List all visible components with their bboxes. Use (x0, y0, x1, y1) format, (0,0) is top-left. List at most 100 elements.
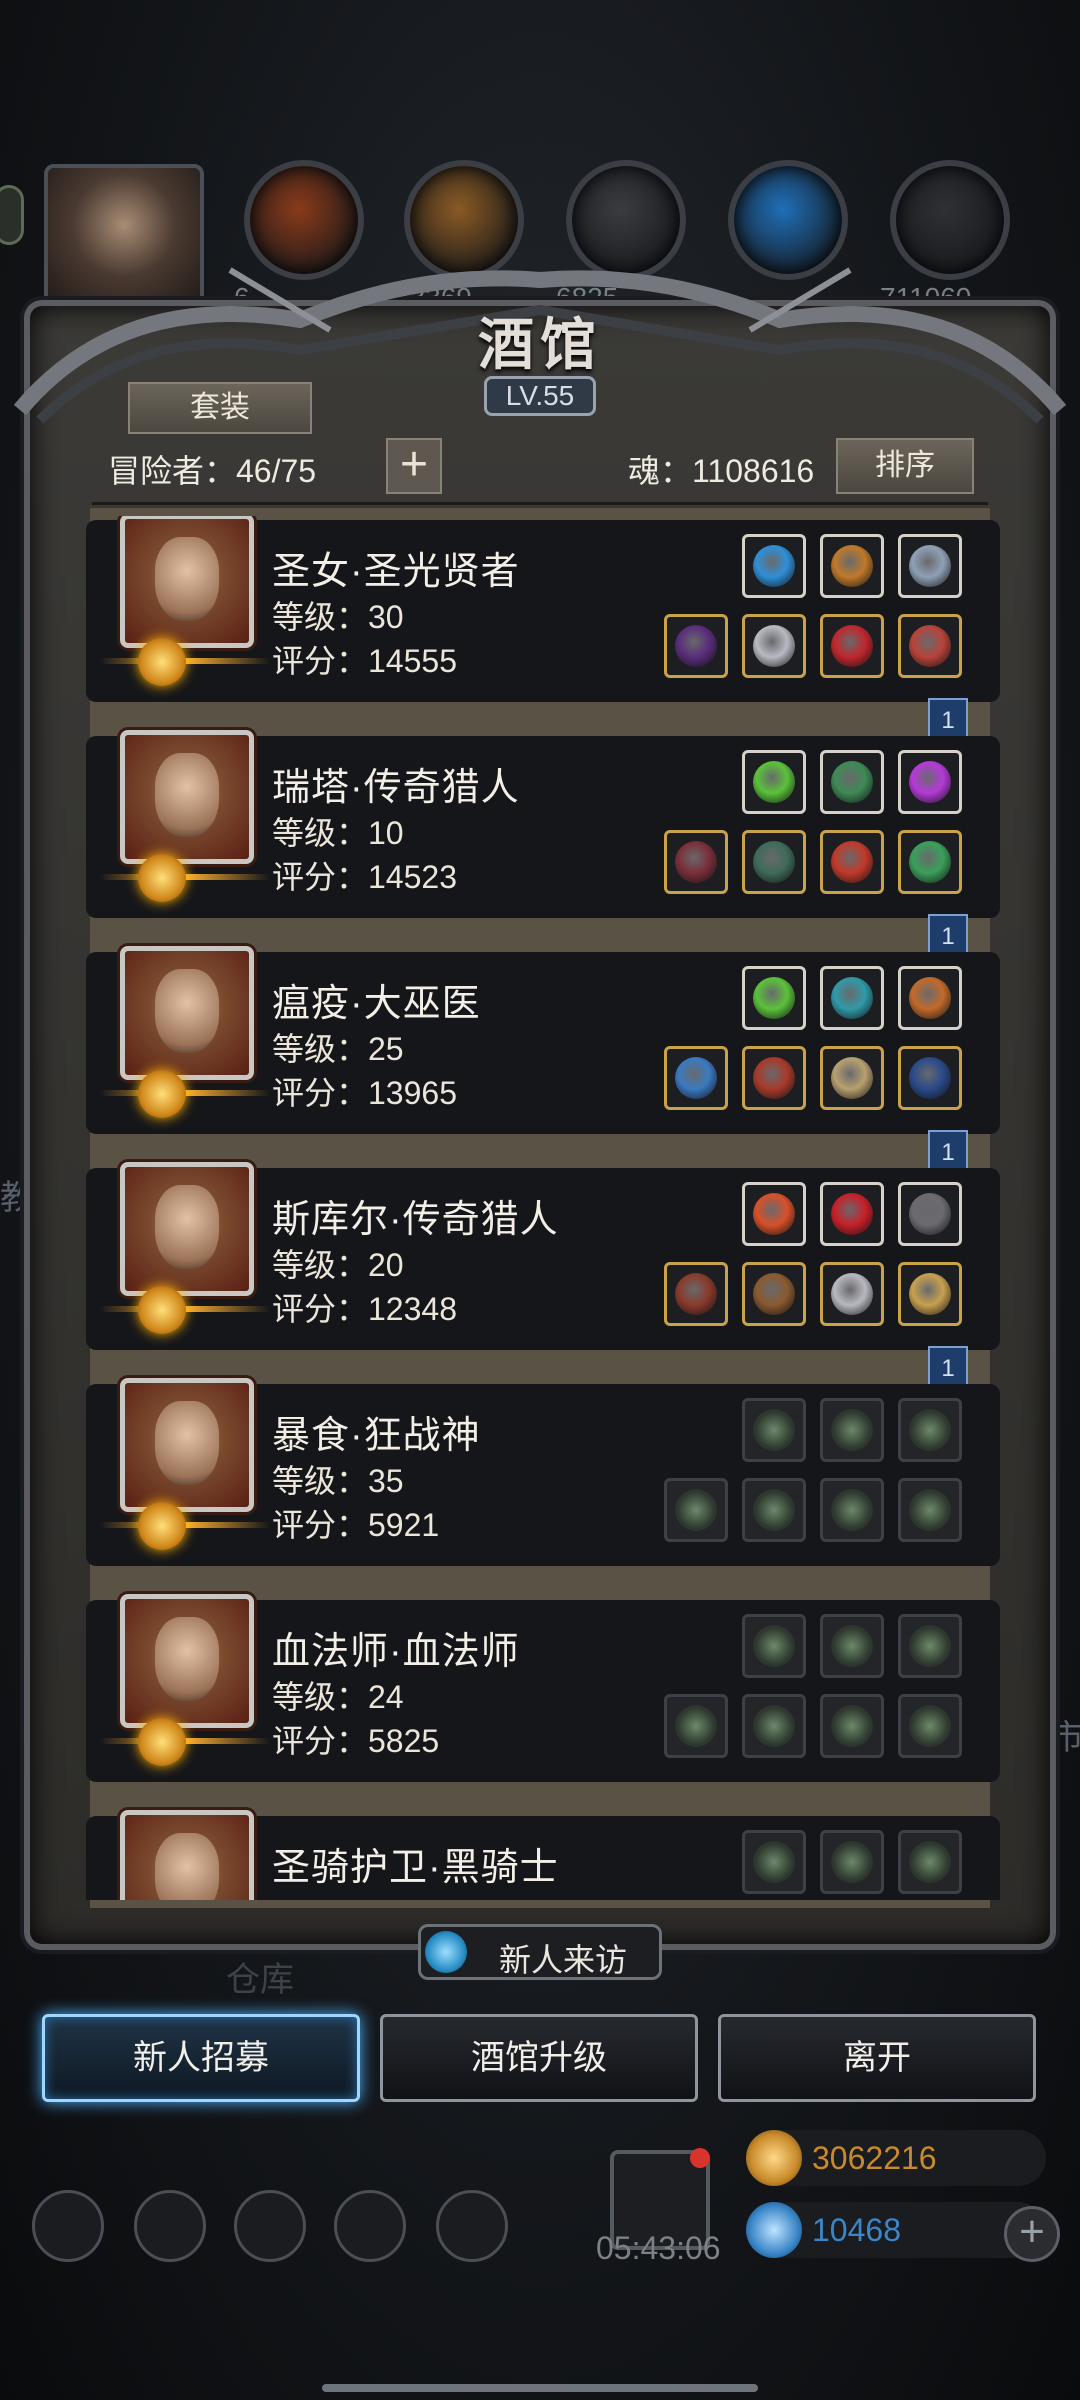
rank-star-icon (138, 638, 186, 686)
hero-portrait[interactable] (120, 1378, 254, 1512)
stone-resource-icon[interactable] (566, 160, 686, 280)
equipment-slot[interactable] (742, 1478, 806, 1542)
add-currency-button[interactable]: + (1004, 2206, 1060, 2262)
hero-card[interactable]: 瘟疫·大巫医 等级：25 评分：13965 1 (86, 946, 1000, 1182)
equipment-icon (831, 1057, 873, 1099)
equipment-slot[interactable] (820, 614, 884, 678)
hero-card[interactable]: 圣骑护卫·黑骑士 (86, 1810, 1000, 1900)
equipment-slot[interactable] (742, 1614, 806, 1678)
equipment-slot[interactable] (742, 534, 806, 598)
equipment-slot[interactable] (898, 1398, 962, 1462)
hero-portrait[interactable] (120, 516, 254, 648)
recruit-button[interactable]: 新人招募 (42, 2014, 360, 2102)
upgrade-tavern-button[interactable]: 酒馆升级 (380, 2014, 698, 2102)
equipment-slot[interactable] (820, 534, 884, 598)
mail-icon[interactable] (334, 2190, 406, 2262)
equipment-slot[interactable] (664, 830, 728, 894)
equipment-slot[interactable] (664, 1262, 728, 1326)
hero-score: 评分：5921 (272, 1507, 440, 1543)
hero-list[interactable]: 圣女·圣光贤者 等级：30 评分：14555 1 瑞塔·传奇猎人 等级：10 评分：1452… (86, 516, 1000, 1900)
rank-star-icon (138, 1070, 186, 1118)
equipment-icon (753, 841, 795, 883)
equipment-icon (909, 761, 951, 803)
equipment-slot[interactable] (742, 750, 806, 814)
equipment-slot[interactable] (898, 1830, 962, 1894)
equipment-slot[interactable] (742, 1182, 806, 1246)
hero-portrait[interactable] (120, 1594, 254, 1728)
expand-capacity-button[interactable]: + (386, 438, 442, 494)
wood-resource-icon[interactable] (404, 160, 524, 280)
equipment-slot[interactable] (820, 1614, 884, 1678)
equipment-icon (831, 977, 873, 1019)
equipment-slot[interactable] (820, 1830, 884, 1894)
equipment-slot[interactable] (898, 1478, 962, 1542)
hero-card[interactable]: 血法师·血法师 等级：24 评分：5825 (86, 1594, 1000, 1782)
hero-card[interactable]: 圣女·圣光贤者 等级：30 评分：14555 1 (86, 516, 1000, 750)
rank-star-icon (138, 1286, 186, 1334)
equipment-slot[interactable] (898, 534, 962, 598)
rank-star-icon (138, 1718, 186, 1766)
equipment-slot[interactable] (820, 750, 884, 814)
equipment-slot[interactable] (898, 1182, 962, 1246)
equipment-icon (831, 625, 873, 667)
hero-card[interactable]: 暴食·狂战神 等级：35 评分：5921 (86, 1378, 1000, 1566)
equipment-slot[interactable] (898, 1046, 962, 1110)
empty-slot-icon (675, 1705, 717, 1747)
equipment-slot[interactable] (898, 750, 962, 814)
equipment-icon (831, 841, 873, 883)
tavern-level-badge: LV.55 (484, 376, 596, 416)
equipment-slot[interactable] (898, 1694, 962, 1758)
empty-slot-icon (831, 1705, 873, 1747)
sort-button[interactable]: 排序 (836, 438, 974, 494)
equipment-slot[interactable] (664, 1694, 728, 1758)
hero-portrait[interactable] (120, 1810, 254, 1900)
equipment-slot[interactable] (898, 1614, 962, 1678)
equipment-slot[interactable] (898, 830, 962, 894)
equipment-icon (675, 841, 717, 883)
equipment-slot[interactable] (898, 1262, 962, 1326)
equipment-slot[interactable] (742, 966, 806, 1030)
equipment-slot[interactable] (742, 1830, 806, 1894)
equipment-slot[interactable] (820, 1694, 884, 1758)
leave-button[interactable]: 离开 (718, 2014, 1036, 2102)
hero-portrait[interactable] (120, 946, 254, 1080)
equipment-slot[interactable] (820, 1262, 884, 1326)
suit-button[interactable]: 套装 (128, 382, 312, 434)
crystal-resource-icon[interactable] (728, 160, 848, 280)
equipment-slot[interactable] (742, 1046, 806, 1110)
empty-slot-icon (753, 1625, 795, 1667)
new-visitor-bar[interactable]: 新人来访 (418, 1924, 662, 1980)
meat-resource-icon[interactable] (244, 160, 364, 280)
equipment-slot[interactable] (820, 966, 884, 1030)
equipment-slot[interactable] (742, 1694, 806, 1758)
shop-icon[interactable] (234, 2190, 306, 2262)
equipment-slot[interactable] (898, 966, 962, 1030)
equipment-slot[interactable] (742, 1398, 806, 1462)
hero-card[interactable]: 斯库尔·传奇猎人 等级：20 评分：12348 1 (86, 1162, 1000, 1398)
hero-score: 评分：13965 (272, 1075, 457, 1111)
equipment-slot[interactable] (742, 614, 806, 678)
equipment-slot[interactable] (664, 1046, 728, 1110)
star-icon[interactable] (134, 2190, 206, 2262)
player-avatar[interactable] (44, 164, 204, 314)
equipment-slot[interactable] (820, 1398, 884, 1462)
equipment-slot[interactable] (742, 1262, 806, 1326)
hero-face (155, 1185, 219, 1269)
background-text-warehouse: 仓库 (226, 1960, 294, 2000)
empty-slot-icon (909, 1489, 951, 1531)
equipment-slot[interactable] (820, 1182, 884, 1246)
equipment-slot[interactable] (664, 614, 728, 678)
equipment-slot[interactable] (898, 614, 962, 678)
ranking-icon[interactable] (436, 2190, 508, 2262)
home-indicator[interactable] (322, 2384, 758, 2392)
equipment-slot[interactable] (820, 830, 884, 894)
equipment-slot[interactable] (742, 830, 806, 894)
settings-icon[interactable] (32, 2190, 104, 2262)
iron-resource-icon[interactable] (890, 160, 1010, 280)
hero-portrait[interactable] (120, 730, 254, 864)
equipment-slot[interactable] (820, 1046, 884, 1110)
equipment-slot[interactable] (820, 1478, 884, 1542)
hero-card[interactable]: 瑞塔·传奇猎人 等级：10 评分：14523 1 (86, 730, 1000, 966)
hero-portrait[interactable] (120, 1162, 254, 1296)
equipment-slot[interactable] (664, 1478, 728, 1542)
